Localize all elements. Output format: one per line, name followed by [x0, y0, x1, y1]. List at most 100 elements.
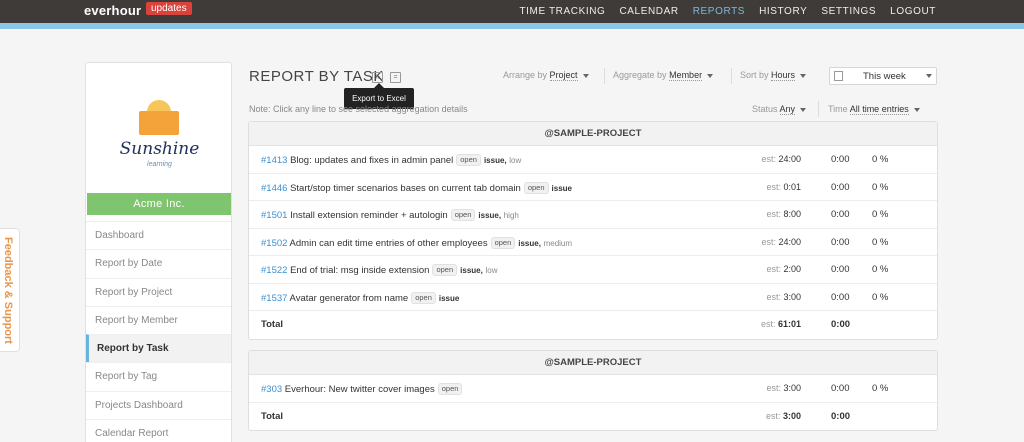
status-filter[interactable]: Status Any [752, 104, 807, 115]
estimate-label: est: [766, 181, 781, 192]
table-row[interactable]: #1502 Admin can edit time entries of oth… [249, 229, 937, 256]
nav-calendar[interactable]: CALENDAR [619, 6, 678, 17]
aggregation-note: Note: Click any line to see selected agg… [249, 104, 468, 114]
sort-by-value: Hours [771, 70, 796, 81]
estimate-value: 2:00 [783, 264, 801, 274]
status-label: Status [752, 104, 778, 114]
task-type: issue, [460, 266, 483, 275]
task-id-link[interactable]: #303 [261, 384, 282, 395]
chevron-down-icon [800, 73, 807, 78]
nav-logout[interactable]: LOGOUT [890, 6, 936, 17]
task-id-link[interactable]: #1502 [261, 238, 287, 249]
task-id-link[interactable]: #1413 [261, 155, 287, 166]
top-nav-bar: everhour updates TIME TRACKING CALENDAR … [0, 0, 1024, 23]
divider [818, 101, 819, 117]
app-logo[interactable]: everhour [84, 3, 141, 18]
book-icon [139, 111, 179, 135]
sidebar-item-dashboard[interactable]: Dashboard [86, 221, 231, 249]
brand-name: Sunshine [119, 139, 200, 159]
hours-value: 0:00 [831, 209, 850, 220]
estimate-value: 8:00 [783, 209, 801, 219]
hours-value: 0:00 [831, 154, 850, 165]
arrange-by-label: Arrange by [503, 70, 548, 80]
updates-badge[interactable]: updates [146, 2, 192, 15]
total-label: Total [261, 319, 283, 330]
table-row[interactable]: #1446 Start/stop timer scenarios bases o… [249, 174, 937, 201]
sidebar-item-calendar-report[interactable]: Calendar Report [86, 419, 231, 442]
estimate: est: 24:00 [761, 237, 801, 247]
chevron-down-icon [800, 107, 807, 112]
table-row[interactable]: #1522 End of trial: msg inside extension… [249, 256, 937, 284]
estimate: est: 3:00 [766, 411, 801, 421]
sidebar: Sunshine learning Acme Inc. Dashboard Re… [85, 62, 232, 442]
table-row[interactable]: #1501 Install extension reminder + autol… [249, 201, 937, 229]
estimate-label: est: [766, 209, 781, 219]
estimate-value: 3:00 [783, 291, 801, 302]
task-id-link[interactable]: #1446 [261, 183, 287, 194]
feedback-label: Feedback & Support [2, 237, 14, 344]
task-name: Admin can edit time entries of other emp… [289, 237, 488, 249]
hours-value: 0:00 [831, 383, 850, 394]
task-type: issue [551, 183, 572, 193]
total-hours-value: 0:00 [831, 319, 851, 330]
status-badge: open [490, 236, 516, 249]
chevron-down-icon [926, 74, 932, 78]
percent-value: 0 % [872, 291, 889, 303]
table-row[interactable]: #1537 Avatar generator from name open issu… [249, 284, 937, 311]
sidebar-item-report-by-tag[interactable]: Report by Tag [86, 362, 231, 390]
csv-export-icon[interactable]: = [390, 72, 401, 83]
project-group-header[interactable]: @SAMPLE-PROJECT [249, 351, 937, 375]
table-row[interactable]: #1413 Blog: updates and fixes in admin p… [249, 146, 937, 174]
task-id-link[interactable]: #1522 [261, 265, 287, 276]
chevron-down-icon [582, 73, 589, 78]
task-type: issue, [483, 156, 507, 165]
time-filter[interactable]: Time All time entries [828, 104, 920, 115]
excel-export-icon[interactable]: X [372, 72, 383, 83]
divider [731, 68, 732, 84]
nav-history[interactable]: HISTORY [759, 6, 807, 17]
divider [604, 68, 605, 84]
estimate-value: 24:00 [778, 154, 801, 164]
status-badge: open [411, 291, 436, 304]
percent-value: 0 % [872, 383, 889, 394]
task-id-link[interactable]: #1501 [261, 210, 287, 221]
percent-value: 0 % [872, 236, 889, 248]
status-value: Any [779, 104, 796, 115]
task-type: issue, [478, 211, 502, 220]
sort-by-select[interactable]: Sort by Hours [740, 70, 807, 81]
arrange-by-select[interactable]: Arrange by Project [503, 70, 589, 81]
date-range-select[interactable]: This week [829, 67, 937, 85]
estimate-label: est: [760, 319, 776, 329]
table-row[interactable]: #303 Everhour: New twitter cover images o… [249, 375, 937, 403]
sidebar-menu: Dashboard Report by Date Report by Proje… [86, 221, 231, 442]
sidebar-item-projects-dashboard[interactable]: Projects Dashboard [86, 390, 231, 419]
status-badge: open [432, 264, 458, 276]
sidebar-item-report-by-date[interactable]: Report by Date [86, 249, 231, 277]
task-id-link[interactable]: #1537 [261, 293, 287, 304]
time-value: All time entries [849, 104, 909, 115]
percent-value: 0 % [872, 264, 889, 275]
task-priority: low [485, 266, 498, 275]
project-group-header[interactable]: @SAMPLE-PROJECT [249, 122, 937, 146]
hours-value: 0:00 [831, 291, 850, 303]
total-label: Total [261, 410, 283, 422]
date-range-value: This week [863, 71, 906, 82]
estimate: est: 2:00 [766, 264, 801, 274]
estimate-value: 24:00 [778, 236, 801, 247]
feedback-tab[interactable]: Feedback & Support [0, 228, 20, 352]
sidebar-item-report-by-task[interactable]: Report by Task [86, 334, 231, 363]
estimate: est: 0:01 [766, 182, 801, 192]
task-name: Everhour: New twitter cover images [284, 384, 435, 395]
nav-settings[interactable]: SETTINGS [821, 6, 876, 17]
task-priority: high [503, 211, 519, 220]
nav-time-tracking[interactable]: TIME TRACKING [519, 6, 605, 17]
nav-reports[interactable]: REPORTS [693, 6, 745, 17]
chevron-down-icon [913, 107, 920, 112]
estimate: est: 3:00 [766, 292, 801, 302]
sidebar-item-report-by-project[interactable]: Report by Project [86, 277, 231, 306]
sidebar-item-report-by-member[interactable]: Report by Member [86, 305, 231, 334]
project-group: @SAMPLE-PROJECT #1413 Blog: updates and … [248, 121, 938, 340]
arrange-by-value: Project [549, 70, 578, 81]
calendar-icon [834, 71, 843, 81]
aggregate-by-select[interactable]: Aggregate by Member [613, 70, 714, 81]
